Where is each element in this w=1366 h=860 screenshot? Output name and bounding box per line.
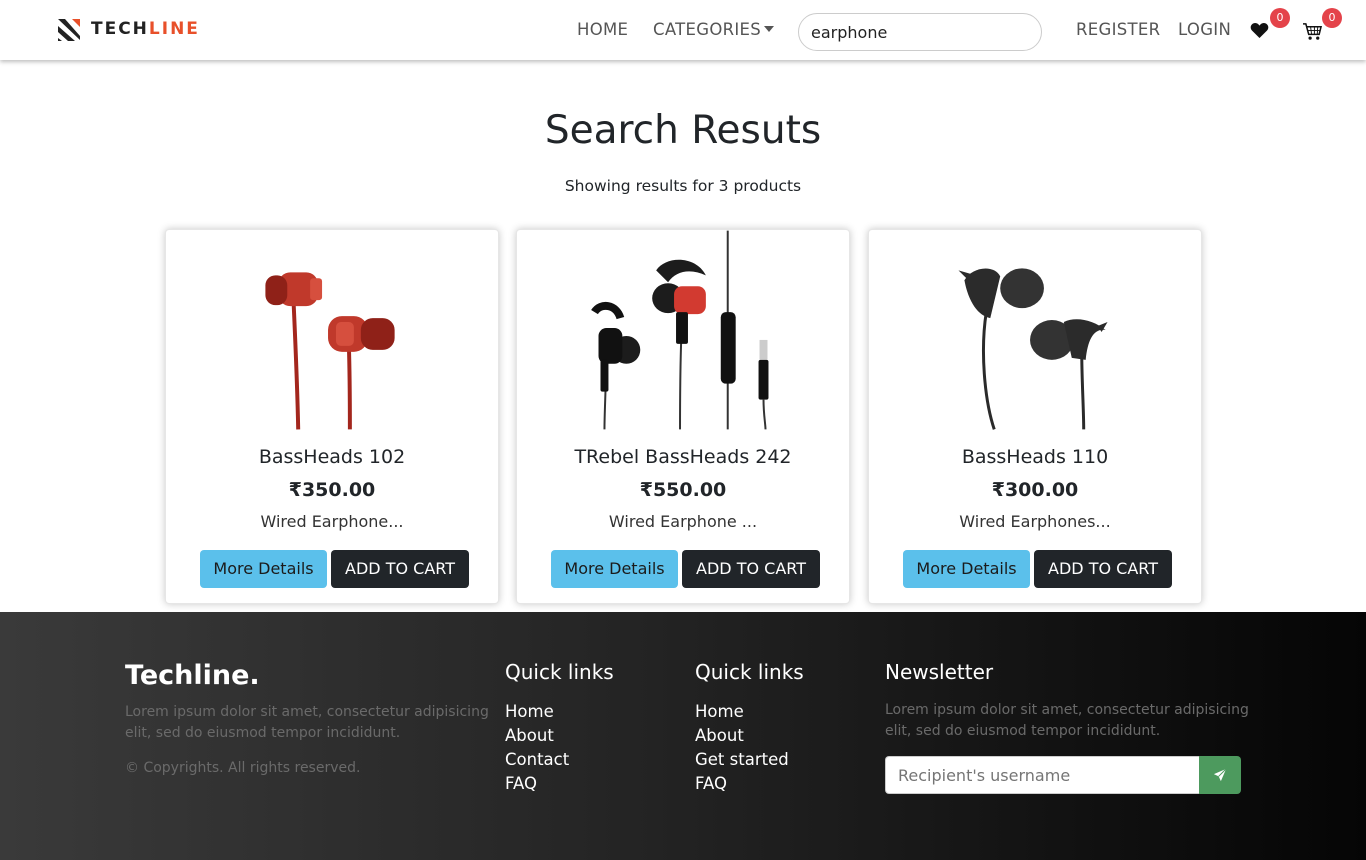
- heart-icon: [1250, 22, 1269, 39]
- footer: Techline. Lorem ipsum dolor sit amet, co…: [0, 612, 1366, 860]
- nav-login-link[interactable]: LOGIN: [1178, 20, 1231, 39]
- footer-col2-links: Home About Get started FAQ: [695, 700, 789, 796]
- footer-link-faq[interactable]: FAQ: [505, 772, 569, 796]
- product-card: BassHeads 102 ₹350.00 Wired Earphone... …: [165, 229, 499, 604]
- more-details-button[interactable]: More Details: [903, 550, 1030, 588]
- footer-link-faq[interactable]: FAQ: [695, 772, 789, 796]
- product-price: ₹550.00: [639, 479, 727, 501]
- product-card: TRebel BassHeads 242 ₹550.00 Wired Earph…: [516, 229, 850, 604]
- newsletter-heading: Newsletter: [885, 660, 994, 684]
- product-price: ₹300.00: [991, 479, 1079, 501]
- footer-col1-links: Home About Contact FAQ: [505, 700, 569, 796]
- footer-link-home[interactable]: Home: [695, 700, 789, 724]
- footer-link-about[interactable]: About: [695, 724, 789, 748]
- product-name: BassHeads 102: [258, 446, 406, 468]
- results-count-text: Showing results for 3 products: [564, 177, 802, 195]
- cart-icon: [1303, 23, 1323, 40]
- cart-button[interactable]: 0: [1302, 8, 1342, 42]
- product-image: [591, 230, 769, 430]
- nav-register-link[interactable]: REGISTER: [1076, 20, 1160, 39]
- footer-col2-heading: Quick links: [695, 660, 804, 684]
- cart-count-badge: 0: [1322, 8, 1342, 28]
- search-input[interactable]: [798, 13, 1042, 51]
- nav-categories-dropdown[interactable]: CATEGORIES: [653, 20, 775, 39]
- footer-link-about[interactable]: About: [505, 724, 569, 748]
- footer-copyright: © Copyrights. All rights reserved.: [125, 760, 361, 776]
- newsletter-submit-button[interactable]: [1199, 756, 1241, 794]
- navbar: TECHLINE HOME CATEGORIES REGISTER LOGIN …: [0, 0, 1366, 60]
- chevron-down-icon: [764, 26, 775, 32]
- product-price: ₹350.00: [288, 479, 376, 501]
- product-name: BassHeads 110: [961, 446, 1109, 468]
- product-image: [958, 268, 1108, 430]
- wishlist-button[interactable]: 0: [1250, 8, 1290, 42]
- more-details-button[interactable]: More Details: [551, 550, 678, 588]
- nav-categories-label: CATEGORIES: [653, 20, 762, 39]
- footer-link-home[interactable]: Home: [505, 700, 569, 724]
- footer-link-get-started[interactable]: Get started: [695, 748, 789, 772]
- product-image: [265, 272, 395, 430]
- newsletter-text: Lorem ipsum dolor sit amet, consectetur …: [885, 702, 1249, 739]
- page-title: Search Resuts: [544, 108, 822, 153]
- newsletter-email-input[interactable]: [885, 756, 1199, 794]
- footer-brand: Techline.: [125, 660, 260, 691]
- brand-name: TECHLINE: [91, 19, 200, 39]
- footer-col1-heading: Quick links: [505, 660, 614, 684]
- more-details-button[interactable]: More Details: [200, 550, 327, 588]
- product-name: TRebel BassHeads 242: [574, 446, 792, 468]
- wishlist-count-badge: 0: [1270, 8, 1290, 28]
- footer-about-text: Lorem ipsum dolor sit amet, consectetur …: [125, 704, 489, 741]
- add-to-cart-button[interactable]: ADD TO CART: [1034, 550, 1172, 588]
- techline-logo-icon: [58, 19, 80, 41]
- product-description: Wired Earphones...: [959, 512, 1111, 531]
- add-to-cart-button[interactable]: ADD TO CART: [331, 550, 469, 588]
- product-description: Wired Earphone ...: [608, 512, 758, 531]
- product-card: BassHeads 110 ₹300.00 Wired Earphones...…: [868, 229, 1202, 604]
- footer-link-contact[interactable]: Contact: [505, 748, 569, 772]
- product-description: Wired Earphone...: [260, 512, 404, 531]
- send-icon: [1213, 768, 1227, 782]
- brand-logo[interactable]: TECHLINE: [56, 16, 200, 42]
- add-to-cart-button[interactable]: ADD TO CART: [682, 550, 820, 588]
- nav-home-link[interactable]: HOME: [577, 20, 628, 39]
